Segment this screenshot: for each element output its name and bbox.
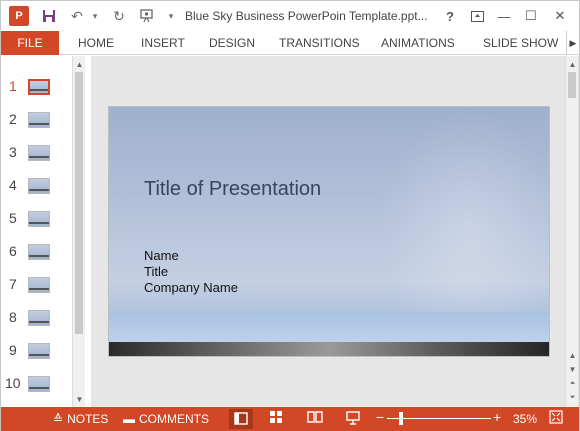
zoom-in-button[interactable]: + — [493, 409, 501, 425]
slide-canvas[interactable]: Title of Presentation Name Title Company… — [108, 106, 550, 357]
scroll-up-icon[interactable]: ▲ — [566, 58, 579, 70]
scroll-up-icon[interactable]: ▲ — [73, 58, 86, 70]
slide-thumbnail-3[interactable]: 3 — [1, 139, 71, 167]
slide-number: 3 — [9, 144, 17, 160]
ribbon-display-options-button[interactable] — [466, 5, 488, 27]
scroll-down-icon[interactable]: ▼ — [566, 363, 579, 375]
slide-preview[interactable] — [28, 343, 50, 359]
slide-show-icon[interactable] — [345, 410, 361, 426]
slide-subtitle-company[interactable]: Company Name — [144, 280, 238, 295]
slide-number: 9 — [9, 342, 17, 358]
powerpoint-window: P ↶ ▾ ↻ ▾ Blue Sky Business PowerPoin Te… — [0, 0, 580, 431]
slide-number: 1 — [9, 78, 17, 94]
zoom-slider-knob[interactable] — [399, 412, 403, 425]
undo-icon[interactable]: ↶ — [67, 6, 87, 26]
slide-preview[interactable] — [27, 78, 51, 96]
slide-number: 6 — [9, 243, 17, 259]
slide-number: 10 — [5, 375, 21, 391]
save-icon[interactable] — [39, 6, 59, 26]
undo-dropdown-icon[interactable]: ▾ — [85, 6, 105, 26]
slide-thumbnail-2[interactable]: 2 — [1, 106, 71, 134]
slide-number: 2 — [9, 111, 17, 127]
fit-slide-icon[interactable] — [549, 410, 563, 424]
slide-sorter-icon[interactable] — [269, 410, 283, 424]
normal-view-button[interactable] — [229, 409, 253, 429]
notes-label: NOTES — [67, 412, 109, 426]
tab-transitions[interactable]: TRANSITIONS — [279, 36, 360, 50]
slide-number: 5 — [9, 210, 17, 226]
editor-scrollbar[interactable]: ▲ ▲ ▼ ⏶ ⏷ — [565, 56, 578, 407]
slide-thumbnail-7[interactable]: 7 — [1, 271, 71, 299]
zoom-level[interactable]: 35% — [513, 412, 537, 426]
slide-thumbnail-1[interactable]: 1 — [1, 73, 71, 101]
thumbnails-scrollbar[interactable]: ▲ ▼ — [72, 56, 85, 407]
reading-view-icon[interactable] — [307, 410, 323, 424]
close-button[interactable]: ✕ — [549, 5, 571, 27]
document-title: Blue Sky Business PowerPoin Template.ppt… — [185, 9, 428, 23]
slide-title[interactable]: Title of Presentation — [144, 178, 321, 201]
comment-icon: ▬ — [123, 412, 135, 426]
slide-thumbnail-4[interactable]: 4 — [1, 172, 71, 200]
scroll-down-icon[interactable]: ▼ — [73, 393, 86, 405]
tab-home[interactable]: HOME — [78, 36, 114, 50]
slide-preview[interactable] — [28, 376, 50, 392]
ribbon-tabs: FILE HOME INSERT DESIGN TRANSITIONS ANIM… — [1, 31, 579, 55]
tab-animations[interactable]: ANIMATIONS — [381, 36, 455, 50]
previous-slide-icon[interactable]: ▲ — [566, 349, 579, 361]
slide-preview[interactable] — [28, 244, 50, 260]
slide-editor: Title of Presentation Name Title Company… — [91, 56, 579, 407]
notes-button[interactable]: ≙ NOTES — [53, 412, 108, 426]
customize-toolbar-icon[interactable]: ▾ — [161, 6, 181, 26]
comments-label: COMMENTS — [139, 412, 209, 426]
slide-thumbnails-panel: 1 2 3 4 5 6 7 8 9 10 ▲ ▼ — [1, 56, 89, 407]
slide-footer-bar — [109, 342, 549, 356]
slide-number: 8 — [9, 309, 17, 325]
slide-preview[interactable] — [28, 112, 50, 128]
redo-icon[interactable]: ↻ — [109, 6, 129, 26]
slide-preview[interactable] — [28, 211, 50, 227]
slide-number: 7 — [9, 276, 17, 292]
slide-subtitle-title[interactable]: Title — [144, 264, 168, 279]
slide-thumbnail-10[interactable]: 10 — [1, 370, 71, 398]
tab-design[interactable]: DESIGN — [209, 36, 255, 50]
minimize-button[interactable]: — — [493, 5, 515, 27]
help-button[interactable]: ? — [439, 5, 461, 27]
slide-thumbnail-8[interactable]: 8 — [1, 304, 71, 332]
slide-subtitle-name[interactable]: Name — [144, 248, 179, 263]
slide-preview[interactable] — [28, 310, 50, 326]
zoom-out-button[interactable]: − — [376, 409, 384, 425]
tab-slide-show[interactable]: SLIDE SHOW — [483, 36, 558, 50]
slide-number: 4 — [9, 177, 17, 193]
slide-preview[interactable] — [28, 145, 50, 161]
status-bar: ≙ NOTES ▬ COMMENTS − + 35% — [1, 407, 579, 431]
slide-thumbnail-9[interactable]: 9 — [1, 337, 71, 365]
tab-insert[interactable]: INSERT — [141, 36, 185, 50]
slide-thumbnail-6[interactable]: 6 — [1, 238, 71, 266]
maximize-button[interactable]: ☐ — [520, 5, 542, 27]
comments-button[interactable]: ▬ COMMENTS — [123, 412, 209, 426]
previous-page-icon[interactable]: ⏶ — [566, 378, 579, 390]
tab-file[interactable]: FILE — [1, 31, 59, 55]
next-page-icon[interactable]: ⏷ — [566, 392, 579, 404]
slide-preview[interactable] — [28, 178, 50, 194]
title-bar: P ↶ ▾ ↻ ▾ Blue Sky Business PowerPoin Te… — [1, 1, 579, 31]
ribbon-scroll-right-icon[interactable]: ▶ — [566, 31, 579, 55]
powerpoint-logo-icon: P — [9, 6, 29, 26]
scrollbar-thumb[interactable] — [568, 72, 576, 98]
notes-icon: ≙ — [53, 412, 64, 426]
slide-thumbnail-5[interactable]: 5 — [1, 205, 71, 233]
scrollbar-thumb[interactable] — [75, 72, 83, 334]
start-presentation-icon[interactable] — [137, 6, 157, 26]
slide-preview[interactable] — [28, 277, 50, 293]
